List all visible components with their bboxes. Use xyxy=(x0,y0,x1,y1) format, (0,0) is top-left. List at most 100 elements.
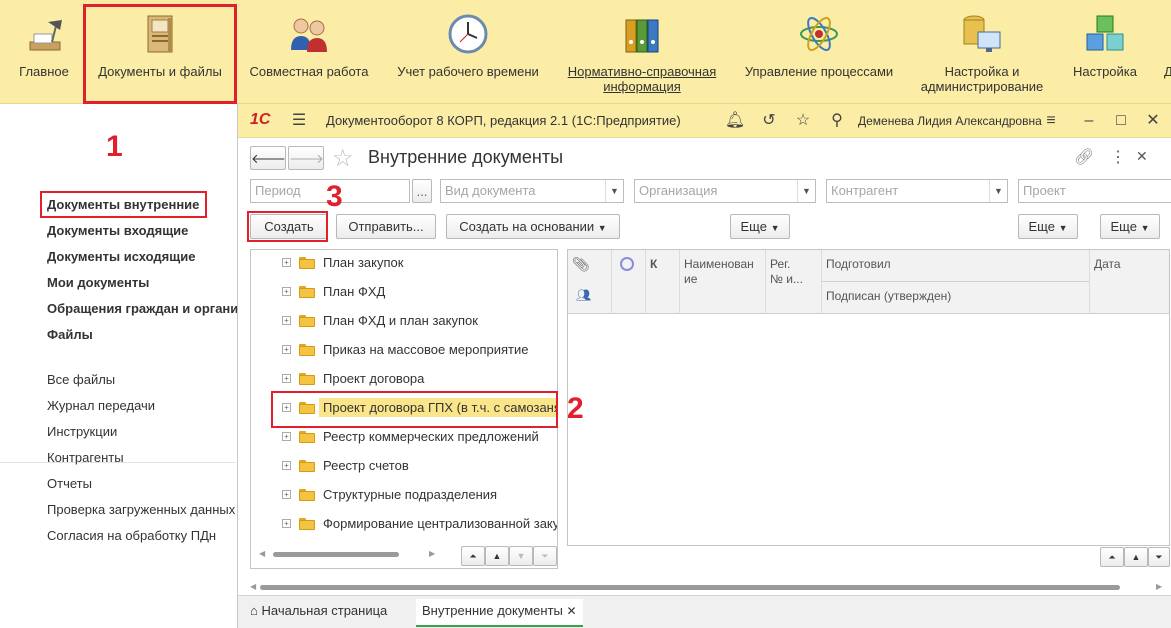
nav-files[interactable]: Файлы xyxy=(47,327,93,342)
nav-my-documents[interactable]: Мои документы xyxy=(47,275,149,290)
form-hscroll-thumb[interactable] xyxy=(260,585,1120,590)
nav-all-files[interactable]: Все файлы xyxy=(47,372,115,387)
minimize-icon[interactable]: – xyxy=(1078,111,1100,131)
current-user[interactable]: Деменева Лидия Александровна xyxy=(858,114,1042,128)
form-hscrollbar[interactable]: ◀ ▶ xyxy=(250,580,1170,594)
search-icon[interactable]: ⚲ xyxy=(826,111,848,131)
col-date-header[interactable]: Дата xyxy=(1090,250,1169,314)
forward-button[interactable]: 🡒 xyxy=(288,146,324,170)
nav-documents-incoming[interactable]: Документы входящие xyxy=(47,223,188,238)
grid-go-top-icon[interactable]: ⏶ xyxy=(1100,547,1124,567)
go-bottom-icon[interactable]: ⏷ xyxy=(533,546,557,566)
expand-icon[interactable]: + xyxy=(282,432,291,441)
go-down-icon[interactable]: ▼ xyxy=(509,546,533,566)
create-based-on-button[interactable]: Создать на основании ▼ xyxy=(446,214,620,239)
tab-close-icon[interactable]: ✕ xyxy=(567,604,577,618)
favorites-star-icon[interactable]: ☆ xyxy=(792,111,814,131)
scroll-right-icon[interactable]: ▶ xyxy=(429,549,435,558)
more-button-1[interactable]: Еще ▼ xyxy=(730,214,790,239)
org-filter[interactable]: Организация ▼ xyxy=(634,179,816,203)
grid-go-bottom-icon[interactable]: ⏷ xyxy=(1148,547,1170,567)
paperclip-icon: 📎︎ xyxy=(572,256,590,272)
section-time-tracking[interactable]: Учет рабочего времени xyxy=(392,0,544,104)
expand-icon[interactable]: + xyxy=(282,374,291,383)
period-select-button[interactable]: ... xyxy=(412,179,432,203)
section-reference-info[interactable]: Нормативно-справочная информация xyxy=(562,0,722,104)
folder-icon xyxy=(299,257,315,269)
section-admin[interactable]: Настройка и администрирование xyxy=(914,0,1050,104)
bell-icon[interactable]: 🔔︎ xyxy=(724,111,746,131)
expand-icon[interactable]: + xyxy=(282,258,291,267)
tree-hscrollbar[interactable] xyxy=(273,552,399,557)
scroll-left-icon[interactable]: ◀ xyxy=(250,582,256,591)
folder-icon xyxy=(299,431,315,443)
tree-item[interactable]: + План ФХД xyxy=(251,279,557,307)
col-signed-header[interactable]: Подписан (утвержден) xyxy=(822,282,1090,314)
col-k-header[interactable]: К xyxy=(646,250,680,314)
section-collaboration-label: Совместная работа xyxy=(249,64,369,79)
col-name-header[interactable]: Наименован ие xyxy=(680,250,766,314)
settings-menu-icon[interactable]: ≡ xyxy=(1040,111,1062,131)
tree-item[interactable]: + Проект договора xyxy=(251,366,557,394)
tree-item[interactable]: + Приказ на массовое мероприятие xyxy=(251,337,557,365)
section-settings[interactable]: Настройка xyxy=(1066,0,1144,104)
more-button-2[interactable]: Еще ▼ xyxy=(1018,214,1078,239)
tab-home[interactable]: ⌂ Начальная страница xyxy=(244,599,393,627)
history-icon[interactable]: ↺ xyxy=(758,111,780,131)
counterparty-filter[interactable]: Контрагент ▼ xyxy=(826,179,1008,203)
document-window: 1С ☰ Документооборот 8 КОРП, редакция 2.… xyxy=(237,104,1171,628)
tree-item-label: Проект договора xyxy=(323,371,425,386)
grid-go-up-icon[interactable]: ▲ xyxy=(1124,547,1148,567)
tree-item[interactable]: + Структурные подразделения xyxy=(251,482,557,510)
expand-icon[interactable]: + xyxy=(282,287,291,296)
more-actions-icon[interactable]: ⋮ xyxy=(1110,147,1126,167)
col-prepared-header[interactable]: Подготовил xyxy=(822,250,1090,282)
nav-reports[interactable]: Отчеты xyxy=(47,476,92,491)
more-label-3: Еще xyxy=(1110,219,1137,234)
go-up-icon[interactable]: ▲ xyxy=(485,546,509,566)
form-close-icon[interactable]: ✕ xyxy=(1136,148,1148,165)
nav-instructions[interactable]: Инструкции xyxy=(47,424,117,439)
section-settings-label: Настройка xyxy=(1073,64,1137,79)
tab-current[interactable]: Внутренние документы ✕ xyxy=(416,599,583,627)
maximize-icon[interactable]: □ xyxy=(1110,111,1132,131)
close-icon[interactable]: ✕ xyxy=(1142,111,1164,131)
section-collaboration[interactable]: Совместная работа xyxy=(246,0,372,104)
nav-transfer-log[interactable]: Журнал передачи xyxy=(47,398,155,413)
folder-icon xyxy=(299,489,315,501)
favorite-star-icon[interactable]: ☆ xyxy=(332,144,354,173)
tree-item[interactable]: + Реестр коммерческих предложений xyxy=(251,424,557,452)
tree-item[interactable]: + Реестр счетов xyxy=(251,453,557,481)
expand-icon[interactable]: + xyxy=(282,519,291,528)
highlight-box-nav xyxy=(40,191,207,218)
col-status-header[interactable] xyxy=(612,250,646,314)
section-process-management[interactable]: Управление процессами xyxy=(740,0,898,104)
expand-icon[interactable]: + xyxy=(282,461,291,470)
nav-counterparties[interactable]: Контрагенты xyxy=(47,450,124,465)
expand-icon[interactable]: + xyxy=(282,345,291,354)
expand-icon[interactable]: + xyxy=(282,490,291,499)
send-button[interactable]: Отправить... xyxy=(336,214,436,239)
tree-item[interactable]: + План закупок xyxy=(251,250,557,278)
tree-item-label: План ФХД и план закупок xyxy=(323,313,478,328)
scroll-left-icon[interactable]: ◀ xyxy=(259,549,265,558)
scroll-right-icon[interactable]: ▶ xyxy=(1156,582,1162,591)
nav-documents-outgoing[interactable]: Документы исходящие xyxy=(47,249,195,264)
back-button[interactable]: 🡐 xyxy=(250,146,286,170)
annotation-number-2: 2 xyxy=(567,392,584,425)
link-icon[interactable]: 🔗︎ xyxy=(1074,147,1094,167)
tree-item[interactable]: + Формирование централизованной закупки xyxy=(251,511,557,539)
nav-pd-consents[interactable]: Согласия на обработку ПДн xyxy=(47,528,216,543)
col-attachment-header[interactable]: 📎︎ 👥︎ xyxy=(568,250,612,314)
tree-item[interactable]: + План ФХД и план закупок xyxy=(251,308,557,336)
section-main[interactable]: Главное xyxy=(8,0,80,104)
go-top-icon[interactable]: ⏶ xyxy=(461,546,485,566)
expand-icon[interactable]: + xyxy=(282,316,291,325)
doc-kind-filter[interactable]: Вид документа ▼ xyxy=(440,179,624,203)
section-reference-info-line1: Нормативно-справочная xyxy=(567,64,717,79)
main-menu-icon[interactable]: ☰ xyxy=(288,111,310,131)
nav-data-check[interactable]: Проверка загруженных данных xyxy=(47,502,235,517)
col-reg-header[interactable]: Рег. № и... xyxy=(766,250,822,314)
more-button-3[interactable]: Еще ▼ xyxy=(1100,214,1160,239)
project-filter[interactable]: Проект xyxy=(1018,179,1171,203)
